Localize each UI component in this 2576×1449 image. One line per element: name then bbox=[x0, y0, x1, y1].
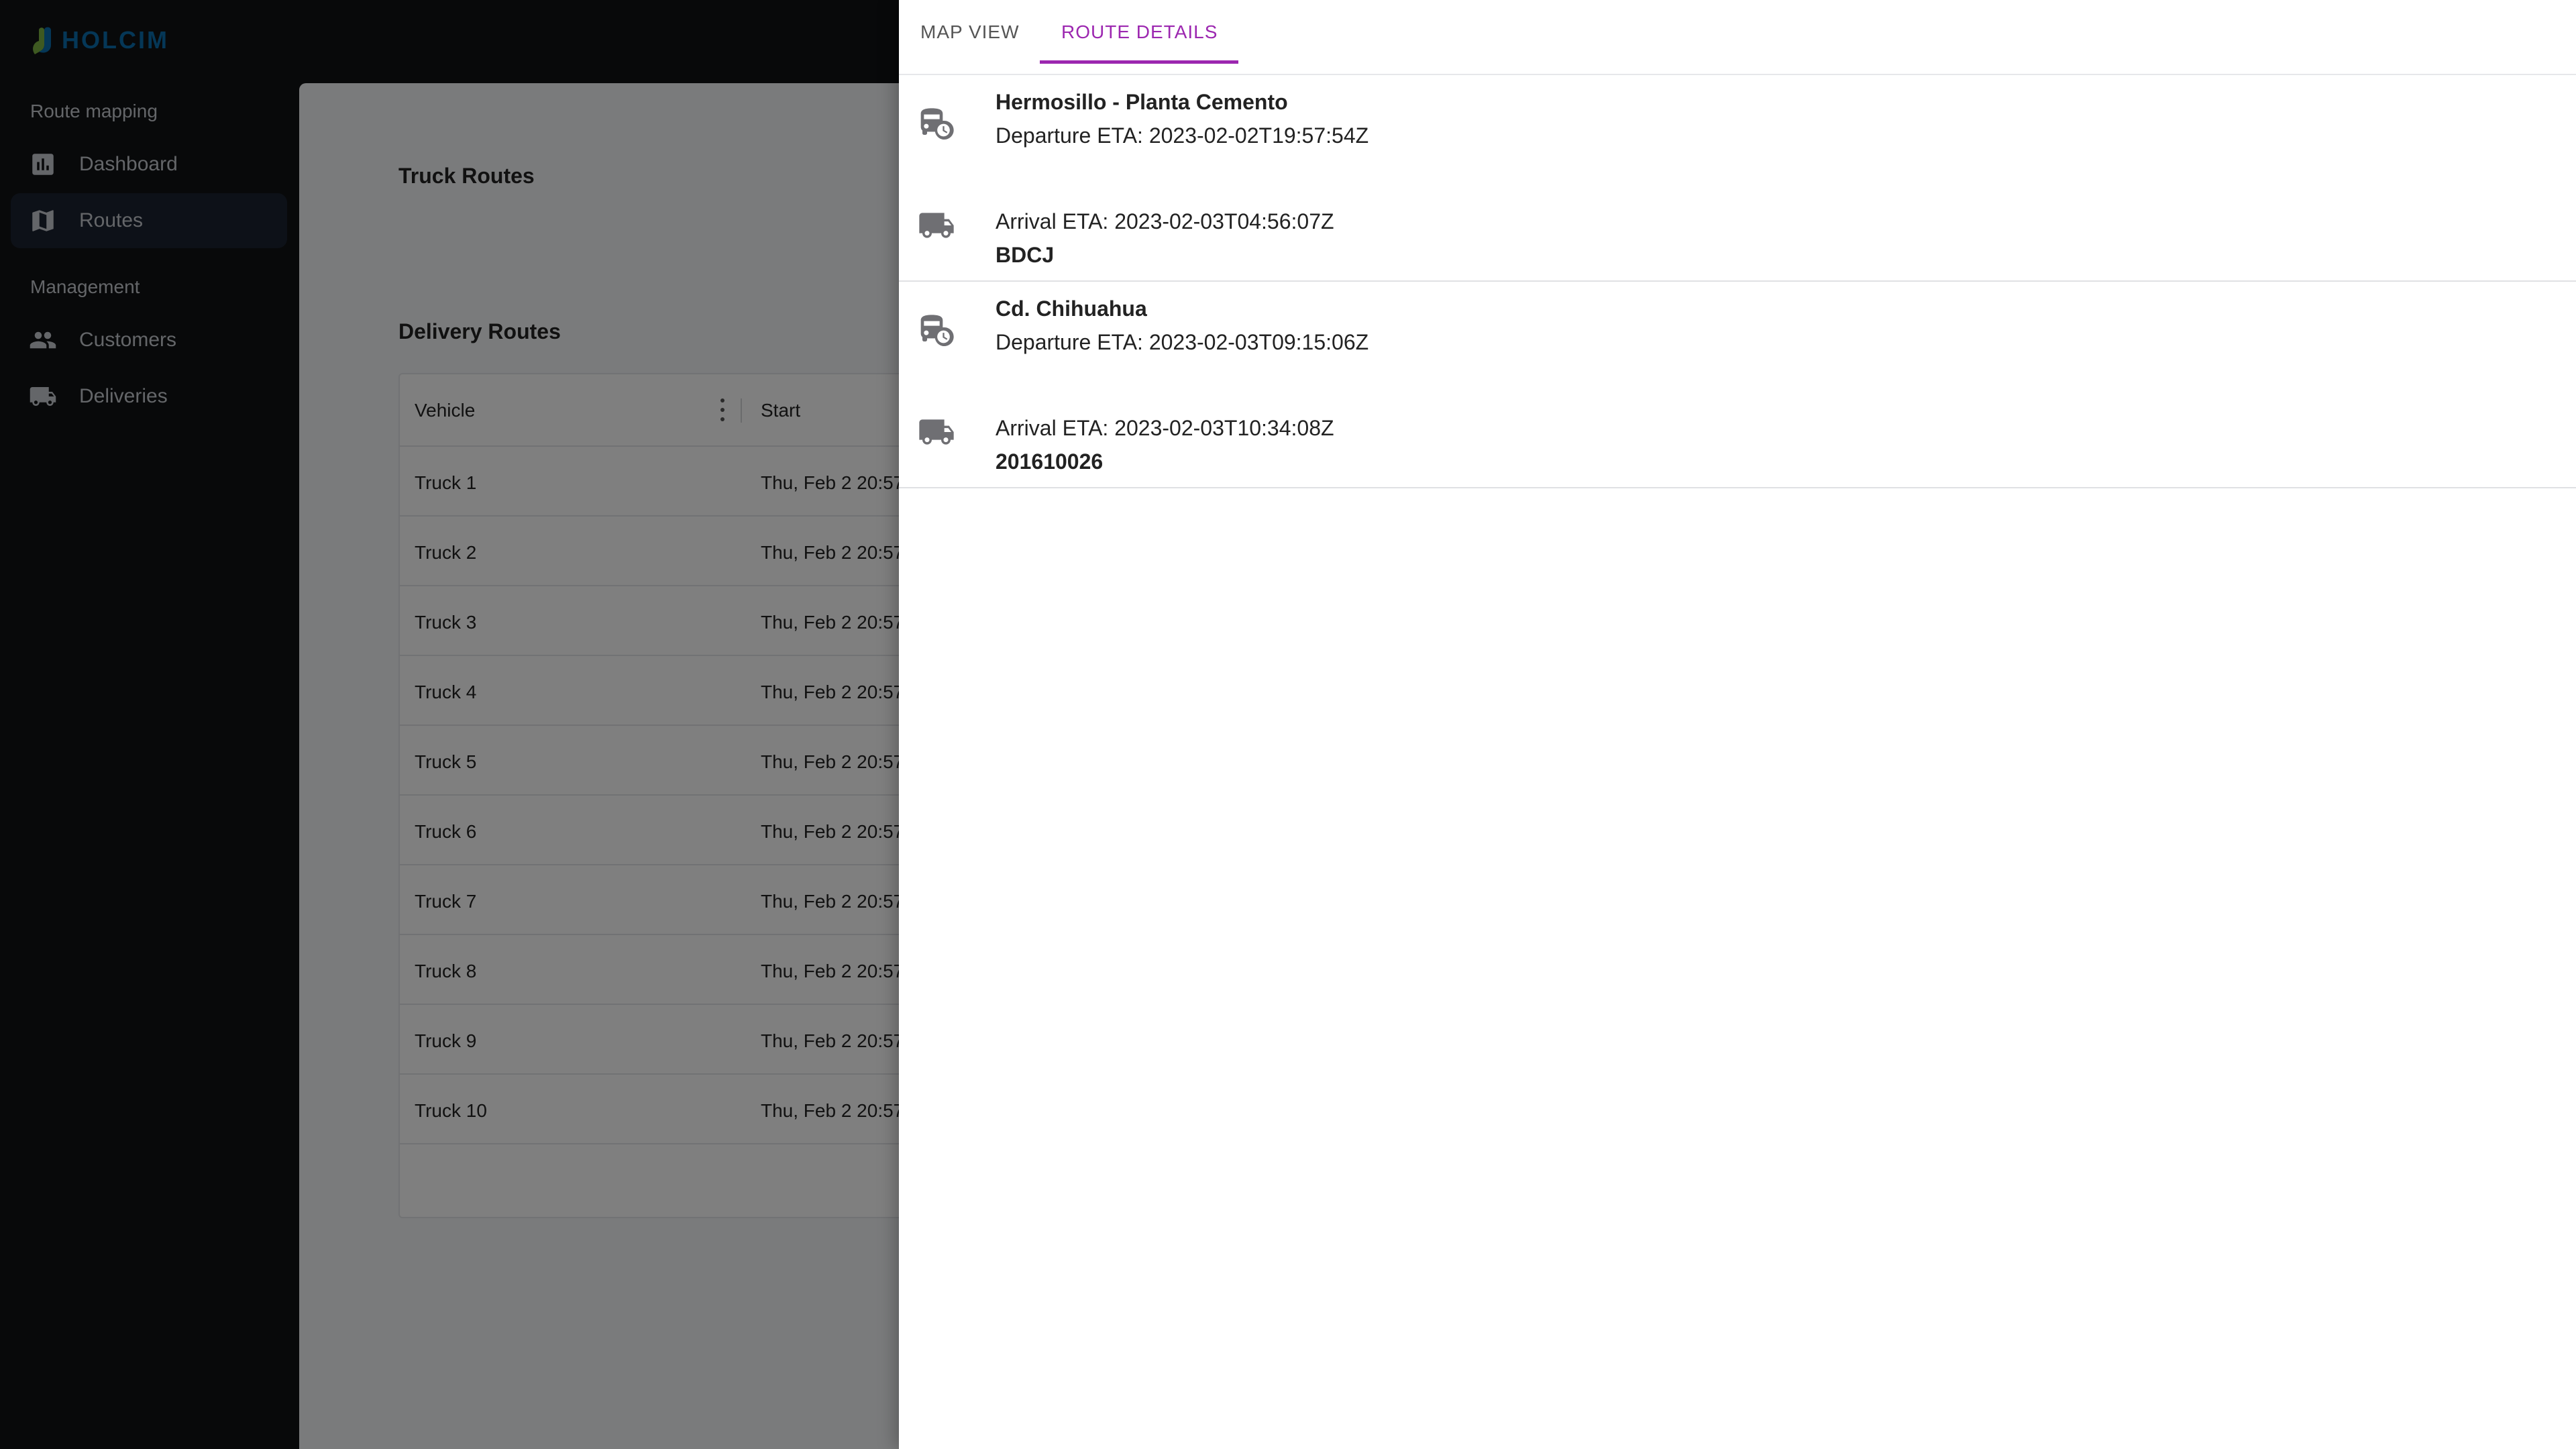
stop-code: 201610026 bbox=[996, 449, 1104, 474]
tab-map-view[interactable]: MAP VIEW bbox=[920, 0, 1020, 64]
truck-icon bbox=[918, 413, 955, 451]
arrival-eta: Arrival ETA: 2023-02-03T10:34:08Z bbox=[996, 416, 1334, 440]
drawer-tabs: MAP VIEW ROUTE DETAILS bbox=[899, 0, 2576, 75]
truck-icon bbox=[918, 207, 955, 244]
bus-clock-icon bbox=[918, 309, 955, 346]
route-stop: Hermosillo - Planta Cemento Departure ET… bbox=[899, 75, 2576, 282]
bus-clock-icon bbox=[918, 102, 955, 140]
tab-route-details[interactable]: ROUTE DETAILS bbox=[1061, 0, 1218, 64]
route-drawer: MAP VIEW ROUTE DETAILS Hermosillo - Plan… bbox=[899, 0, 2576, 1449]
stop-name: Hermosillo - Planta Cemento bbox=[996, 90, 1288, 114]
active-tab-indicator bbox=[1040, 60, 1238, 64]
departure-eta: Departure ETA: 2023-02-03T09:15:06Z bbox=[996, 330, 1369, 354]
stop-code: BDCJ bbox=[996, 243, 1055, 267]
stop-name: Cd. Chihuahua bbox=[996, 297, 1147, 321]
arrival-eta: Arrival ETA: 2023-02-03T04:56:07Z bbox=[996, 209, 1334, 233]
route-stop: Cd. Chihuahua Departure ETA: 2023-02-03T… bbox=[899, 282, 2576, 488]
departure-eta: Departure ETA: 2023-02-02T19:57:54Z bbox=[996, 123, 1369, 148]
